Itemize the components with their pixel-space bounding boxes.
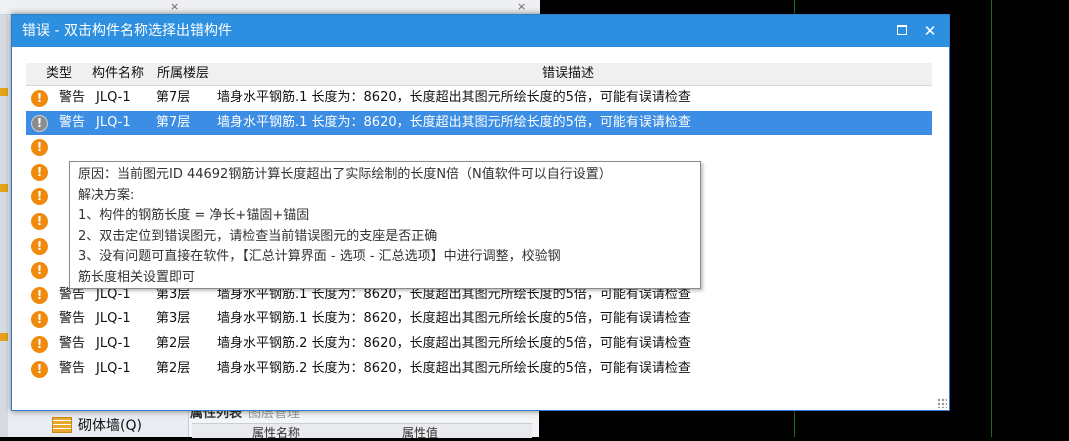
warning-icon: ! — [31, 335, 48, 353]
cell-floor: 第2层 — [156, 360, 191, 376]
canvas-axis-line-2 — [991, 0, 992, 437]
cell-name: JLQ-1 — [96, 114, 131, 130]
error-tooltip: 原因：当前图元ID 44692钢筋计算长度超出了实际绘制的长度N倍（N值软件可以… — [69, 161, 701, 289]
close-button[interactable]: ✕ — [918, 15, 942, 47]
col-header-type[interactable]: 类型 — [46, 63, 72, 85]
properties-header: 属性名称 属性值 — [192, 423, 532, 440]
maximize-button[interactable] — [890, 15, 914, 47]
resize-grip-icon[interactable] — [937, 398, 947, 408]
cell-desc: 墙身水平钢筋.1 长度为：8620，长度超出其图元所绘长度的5倍，可能有误请检查 — [217, 311, 691, 327]
prop-col-name: 属性名称 — [252, 426, 301, 440]
error-grid-header: 类型 构件名称 所属楼层 错误描述 — [26, 63, 932, 86]
table-row[interactable]: ! 警告 JLQ-1 第2层 墙身水平钢筋.2 长度为：8620，长度超出其图元所绘长度… — [26, 332, 932, 357]
prop-col-value: 属性值 — [402, 426, 439, 440]
left-strip — [0, 0, 8, 437]
warning-icon: ! — [31, 90, 48, 107]
table-row[interactable]: ! 警告 JLQ-1 第7层 墙身水平钢筋.1 长度为：8620，长度超出其图元所绘长度… — [26, 86, 932, 111]
table-row[interactable]: ! 警告 JLQ-1 第2层 墙身水平钢筋.2 长度为：8620，长度超出其图元所绘长度… — [26, 357, 932, 382]
warning-icon: ! — [31, 163, 48, 181]
brick-wall-icon — [52, 417, 72, 433]
table-row[interactable]: ! 警告 JLQ-1 第3层 墙身水平钢筋.1 长度为：8620，长度超出其图元所绘长度… — [26, 307, 932, 332]
warning-icon: ! — [31, 311, 48, 329]
warning-icon: ! — [31, 139, 48, 157]
cell-name: JLQ-1 — [96, 90, 131, 105]
cell-floor: 第3层 — [156, 311, 191, 327]
tooltip-line: 2、双击定位到错误图元，请检查当前错误图元的支座是否正确 — [78, 228, 438, 244]
table-row[interactable]: ! — [26, 135, 932, 160]
tooltip-line: 原因：当前图元ID 44692钢筋计算长度超出了实际绘制的长度N倍（N值软件可以… — [78, 167, 612, 182]
warning-icon: ! — [31, 237, 48, 255]
side-marker — [0, 333, 8, 341]
cell-type: 警告 — [59, 335, 86, 351]
col-header-floor[interactable]: 所属楼层 — [157, 63, 209, 85]
tooltip-line: 解决方案: — [78, 187, 135, 203]
dialog-titlebar[interactable]: 错误 - 双击构件名称选择出错构件 ✕ — [12, 15, 949, 47]
tree-item-masonry-wall[interactable]: 砌体墙(Q) — [52, 414, 142, 436]
warning-icon: ! — [31, 212, 48, 230]
cell-type: 警告 — [59, 114, 86, 130]
cell-desc: 墙身水平钢筋.1 长度为：8620，长度超出其图元所绘长度的5倍，可能有误请检查 — [217, 114, 691, 130]
background-tab-strip — [0, 0, 540, 15]
cell-type: 警告 — [59, 90, 86, 105]
error-dialog: 错误 - 双击构件名称选择出错构件 ✕ 类型 构件名称 所属楼层 错误描述 ! 警… — [11, 14, 950, 411]
table-row[interactable]: ! 警告 JLQ-1 第7层 墙身水平钢筋.1 长度为：8620，长度超出其图元所绘长度… — [26, 110, 932, 136]
panel-close-icon[interactable]: × — [170, 0, 179, 14]
cell-name: JLQ-1 — [96, 311, 131, 327]
warning-icon: ! — [31, 286, 48, 304]
cell-floor: 第7层 — [156, 114, 191, 130]
cell-type: 警告 — [59, 311, 86, 327]
cell-floor: 第7层 — [156, 90, 191, 105]
cell-name: JLQ-1 — [96, 360, 131, 376]
tooltip-line: 1、构件的钢筋长度 = 净长+锚固+锚固 — [78, 208, 310, 223]
tree-item-label: 砌体墙(Q) — [78, 418, 142, 434]
panel-close-icon-2[interactable]: × — [517, 0, 526, 14]
side-marker — [0, 88, 8, 96]
cell-name: JLQ-1 — [96, 335, 131, 351]
side-marker — [0, 184, 8, 192]
dialog-title: 错误 - 双击构件名称选择出错构件 — [22, 23, 232, 39]
tooltip-line: 筋长度相关设置即可 — [78, 269, 196, 285]
warning-icon: ! — [31, 360, 48, 378]
warning-icon: ! — [31, 188, 48, 206]
maximize-icon — [897, 24, 907, 35]
cell-desc: 墙身水平钢筋.2 长度为：8620，长度超出其图元所绘长度的5倍，可能有误请检查 — [217, 360, 691, 376]
tooltip-line: 3、没有问题可直接在软件，【汇总计算界面 - 选项 - 汇总选项】中进行调整，校… — [78, 249, 561, 264]
cell-type: 警告 — [59, 360, 86, 376]
col-header-desc[interactable]: 错误描述 — [542, 63, 594, 85]
warning-icon: ! — [31, 114, 48, 132]
cell-desc: 墙身水平钢筋.1 长度为：8620，长度超出其图元所绘长度的5倍，可能有误请检查 — [217, 90, 691, 105]
cell-desc: 墙身水平钢筋.2 长度为：8620，长度超出其图元所绘长度的5倍，可能有误请检查 — [217, 335, 691, 351]
cell-floor: 第2层 — [156, 335, 191, 351]
col-header-name[interactable]: 构件名称 — [92, 63, 144, 85]
warning-icon: ! — [31, 262, 48, 280]
